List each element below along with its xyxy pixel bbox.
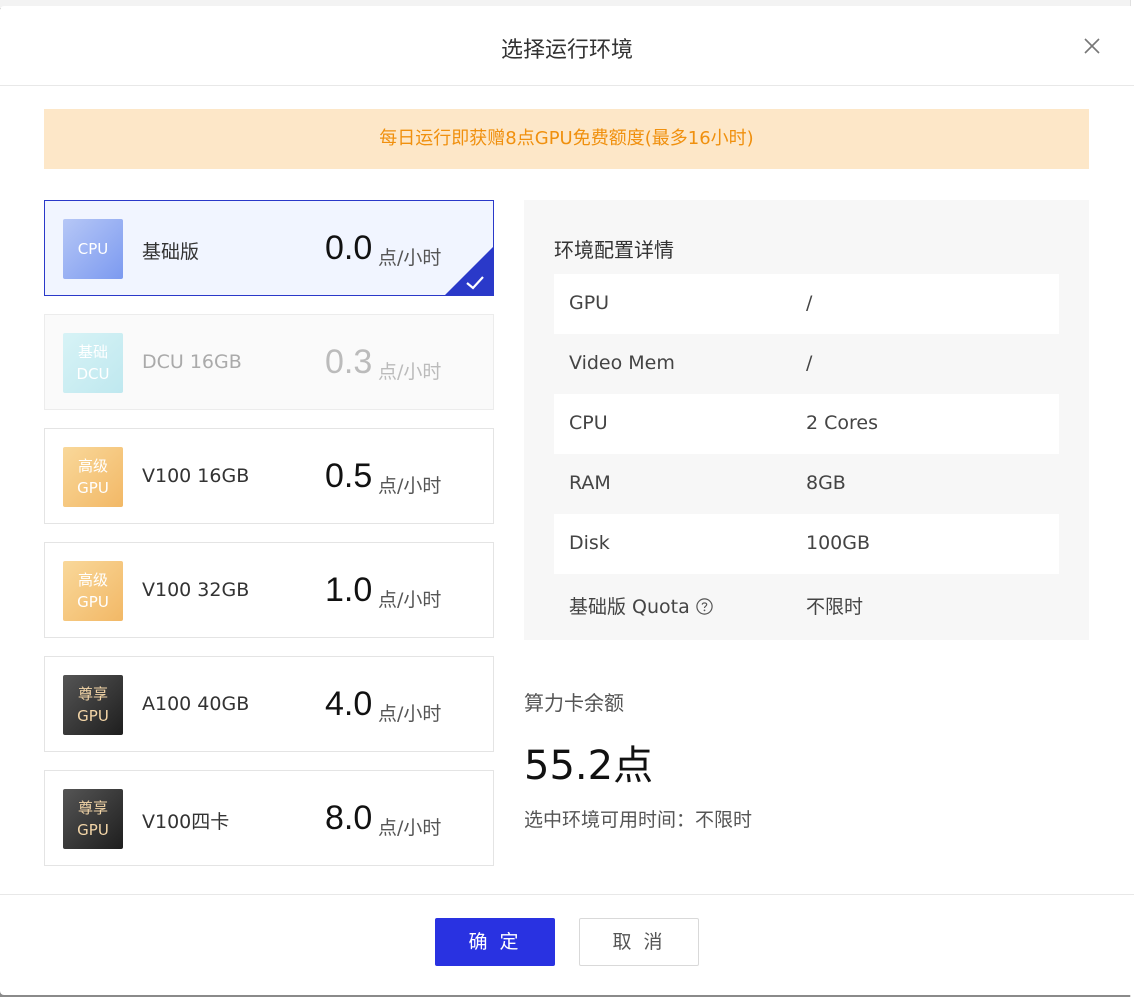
environment-price-unit: 点/小时 — [378, 817, 442, 839]
badge-text: 尊享 — [77, 685, 108, 703]
detail-key-text: 基础版 Quota — [569, 596, 690, 618]
environment-price: 0.0 — [325, 229, 373, 267]
free-quota-banner: 每日运行即获赠8点GPU免费额度(最多16小时) — [44, 109, 1089, 169]
detail-key: 基础版 Quota — [569, 592, 713, 619]
environment-price-unit: 点/小时 — [378, 361, 442, 383]
detail-row: Disk 100GB — [554, 514, 1059, 574]
detail-row: GPU / — [554, 274, 1059, 334]
environment-price: 0.5 — [325, 457, 373, 495]
environment-name: V100 32GB — [142, 579, 250, 601]
detail-value: 2 Cores — [806, 412, 879, 434]
badge-text: GPU — [77, 707, 109, 725]
detail-row: Video Mem / — [554, 334, 1059, 394]
environment-price: 1.0 — [325, 571, 373, 609]
environment-detail-panel: 环境配置详情 GPU / Video Mem / CPU 2 Cores RAM 8GB Dis… — [524, 200, 1089, 640]
environment-badge: 高级 GPU — [63, 561, 123, 621]
dialog-footer: 确 定 取 消 — [0, 894, 1134, 989]
dialog-title: 选择运行环境 — [500, 38, 633, 63]
dialog-header: 选择运行环境 — [0, 6, 1134, 86]
detail-value: / — [806, 352, 813, 374]
detail-key: Disk — [569, 532, 610, 554]
badge-text: 尊享 — [77, 799, 108, 817]
confirm-button[interactable]: 确 定 — [435, 918, 555, 966]
environment-card[interactable]: 高级 GPU V100 16GB 0.5 点/小时 — [44, 428, 494, 524]
environment-card[interactable]: 尊享 GPU A100 40GB 4.0 点/小时 — [44, 656, 494, 752]
available-time-text: 选中环境可用时间：不限时 — [524, 809, 753, 831]
badge-text: 基础 — [77, 343, 108, 361]
selected-check-icon — [445, 247, 493, 295]
environment-price-unit: 点/小时 — [378, 247, 442, 269]
cancel-button[interactable]: 取 消 — [579, 918, 699, 966]
detail-value: 8GB — [806, 472, 846, 494]
environment-name: V100 16GB — [142, 465, 250, 487]
environment-card[interactable]: CPU 基础版 0.0 点/小时 — [44, 200, 494, 296]
detail-key: Video Mem — [569, 352, 675, 374]
badge-text: DCU — [76, 365, 110, 383]
environment-badge: 尊享 GPU — [63, 675, 123, 735]
environment-name: 基础版 — [142, 241, 200, 263]
environment-card: 基础 DCU DCU 16GB 0.3 点/小时 — [44, 314, 494, 410]
environment-badge: 尊享 GPU — [63, 789, 123, 849]
close-icon — [1082, 36, 1102, 56]
detail-key: RAM — [569, 472, 611, 494]
environment-price-unit: 点/小时 — [378, 589, 442, 611]
detail-key-text: Video Mem — [569, 352, 675, 374]
detail-row: RAM 8GB — [554, 454, 1059, 514]
badge-text: 高级 — [77, 571, 108, 589]
detail-value: / — [806, 292, 813, 314]
detail-value: 不限时 — [806, 596, 864, 618]
environment-badge: CPU — [63, 219, 123, 279]
badge-text: CPU — [77, 240, 109, 258]
environment-name: V100四卡 — [142, 811, 230, 833]
balance-value: 55.2点 — [524, 743, 654, 789]
badge-text: 高级 — [77, 457, 108, 475]
detail-key-text: GPU — [569, 292, 610, 314]
environment-name: DCU 16GB — [142, 351, 242, 373]
environment-badge: 高级 GPU — [63, 447, 123, 507]
help-icon[interactable] — [696, 598, 713, 615]
badge-text: GPU — [77, 593, 109, 611]
detail-key-text: Disk — [569, 532, 610, 554]
detail-value: 100GB — [806, 532, 871, 554]
detail-key-text: CPU — [569, 412, 608, 434]
detail-key: CPU — [569, 412, 608, 434]
environment-price: 8.0 — [325, 799, 373, 837]
environment-card[interactable]: 尊享 GPU V100四卡 8.0 点/小时 — [44, 770, 494, 866]
detail-key: GPU — [569, 292, 609, 314]
badge-text: GPU — [77, 479, 109, 497]
close-button[interactable] — [1082, 36, 1102, 56]
detail-row: 基础版 Quota 不限时 — [554, 574, 1059, 634]
environment-name: A100 40GB — [142, 693, 250, 715]
environment-price-unit: 点/小时 — [378, 703, 442, 725]
badge-text: GPU — [77, 821, 109, 839]
detail-title: 环境配置详情 — [554, 238, 674, 262]
environment-card[interactable]: 高级 GPU V100 32GB 1.0 点/小时 — [44, 542, 494, 638]
balance-label: 算力卡余额 — [524, 691, 624, 715]
environment-price: 4.0 — [325, 685, 373, 723]
detail-key-text: RAM — [569, 472, 611, 494]
detail-row: CPU 2 Cores — [554, 394, 1059, 454]
environment-price-unit: 点/小时 — [378, 475, 442, 497]
environment-badge: 基础 DCU — [63, 333, 123, 393]
environment-price: 0.3 — [325, 343, 373, 381]
